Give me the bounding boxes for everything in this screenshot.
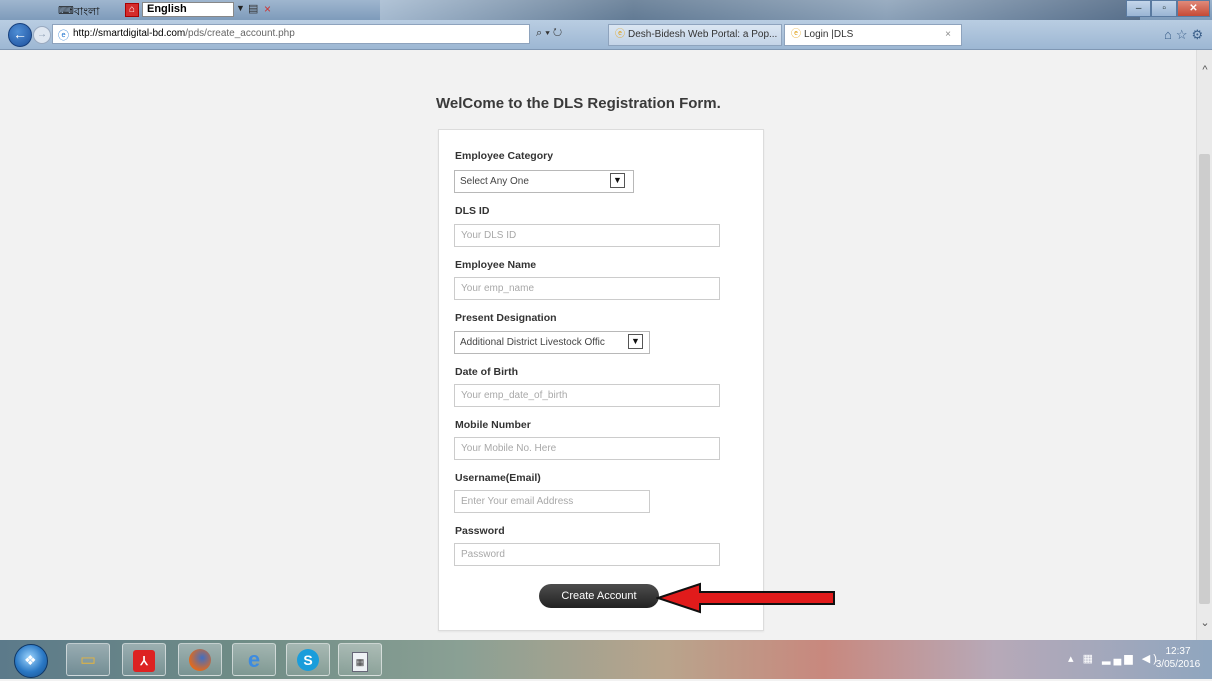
create-account-button[interactable]: Create Account xyxy=(539,584,659,608)
address-url[interactable]: http://smartdigital-bd.com/pds/create_ac… xyxy=(73,28,295,39)
blurred-titlebar-region xyxy=(380,0,1140,20)
taskbar-skype-button[interactable]: S xyxy=(286,643,330,676)
ie-tab-icon: ⓔ xyxy=(615,29,625,40)
back-button[interactable]: ← xyxy=(8,23,32,47)
vertical-scrollbar[interactable]: ^ ⌄ xyxy=(1196,50,1212,640)
taskbar-acrobat-button[interactable]: ⅄ xyxy=(122,643,166,676)
acrobat-icon: ⅄ xyxy=(133,650,155,672)
date-of-birth-label: Date of Birth xyxy=(455,366,518,378)
mobile-number-input[interactable]: Your Mobile No. Here xyxy=(454,437,720,460)
chevron-down-icon[interactable]: ▼ xyxy=(236,3,245,13)
firefox-icon xyxy=(189,649,211,671)
windows-logo-icon: ❖ xyxy=(24,652,37,668)
close-icon[interactable]: × xyxy=(264,2,271,16)
present-designation-select[interactable]: Additional District Livestock Offic xyxy=(454,331,650,354)
mobile-number-label: Mobile Number xyxy=(455,419,531,431)
password-label: Password xyxy=(455,525,505,537)
username-email-label: Username(Email) xyxy=(455,472,541,484)
taskbar-clock[interactable]: 12:37 3/05/2016 xyxy=(1150,645,1206,671)
taskbar-calculator-button[interactable]: ▦ xyxy=(338,643,382,676)
home-favorites-settings-icons[interactable]: ⌂☆⚙ xyxy=(1164,27,1207,43)
clock-date: 3/05/2016 xyxy=(1155,659,1201,670)
acrobat-flag-icon: ⌂ xyxy=(125,3,139,17)
page-title: WelCome to the DLS Registration Form. xyxy=(436,95,721,112)
taskbar-firefox-button[interactable] xyxy=(178,643,222,676)
email-field[interactable]: Enter Your email Address xyxy=(454,490,650,513)
dls-id-label: DLS ID xyxy=(455,205,490,217)
tab-login-dls[interactable]: ⓔ Login |DLS × xyxy=(784,24,962,46)
employee-category-select[interactable]: Select Any One xyxy=(454,170,634,193)
present-designation-label: Present Designation xyxy=(455,312,557,324)
system-tray-icons[interactable]: ▴ ▦ ▂▄▆ ◀) xyxy=(1068,652,1160,665)
employee-category-label: Employee Category xyxy=(455,150,554,162)
date-of-birth-input[interactable]: Your emp_date_of_birth xyxy=(454,384,720,407)
close-window-button[interactable]: ✕ xyxy=(1176,0,1211,17)
ie-tab-icon: ⓔ xyxy=(791,29,801,40)
ie-icon: e xyxy=(247,647,261,672)
minimize-button[interactable]: – xyxy=(1126,0,1152,17)
dls-id-input[interactable]: Your DLS ID xyxy=(454,224,720,247)
calculator-icon: ▦ xyxy=(352,652,368,672)
window-controls: – ▫ ✕ xyxy=(1126,0,1211,18)
scroll-up-icon[interactable]: ^ xyxy=(1197,64,1212,76)
forward-button[interactable]: → xyxy=(33,26,51,44)
scroll-down-icon[interactable]: ⌄ xyxy=(1197,616,1212,629)
folder-icon: ▭ xyxy=(79,650,97,669)
language-selector[interactable]: English xyxy=(142,2,234,17)
password-input[interactable]: Password xyxy=(454,543,720,566)
employee-name-input[interactable]: Your emp_name xyxy=(454,277,720,300)
keyboard-icon[interactable]: ⌨ xyxy=(58,4,74,17)
tab-close-icon[interactable]: × xyxy=(945,25,951,45)
language-bar-options-icon[interactable]: ▤ xyxy=(248,2,258,15)
taskbar-explorer-button[interactable]: ▭ xyxy=(66,643,110,676)
skype-icon: S xyxy=(297,649,319,671)
tab-desh-bidesh[interactable]: ⓔ Desh-Bidesh Web Portal: a Pop... xyxy=(608,24,782,46)
search-refresh-icon[interactable]: ⌕ ▾ ↻ xyxy=(536,27,562,40)
ie-page-icon: ⓔ xyxy=(58,30,69,42)
red-arrow-annotation xyxy=(656,582,835,614)
chevron-down-icon[interactable]: ▼ xyxy=(610,173,625,188)
employee-name-label: Employee Name xyxy=(455,259,537,271)
clock-time: 12:37 xyxy=(1165,646,1191,657)
chevron-down-icon[interactable]: ▼ xyxy=(628,334,643,349)
taskbar-ie-button[interactable]: e xyxy=(232,643,276,676)
scroll-thumb[interactable] xyxy=(1199,154,1210,604)
maximize-button[interactable]: ▫ xyxy=(1151,0,1177,17)
